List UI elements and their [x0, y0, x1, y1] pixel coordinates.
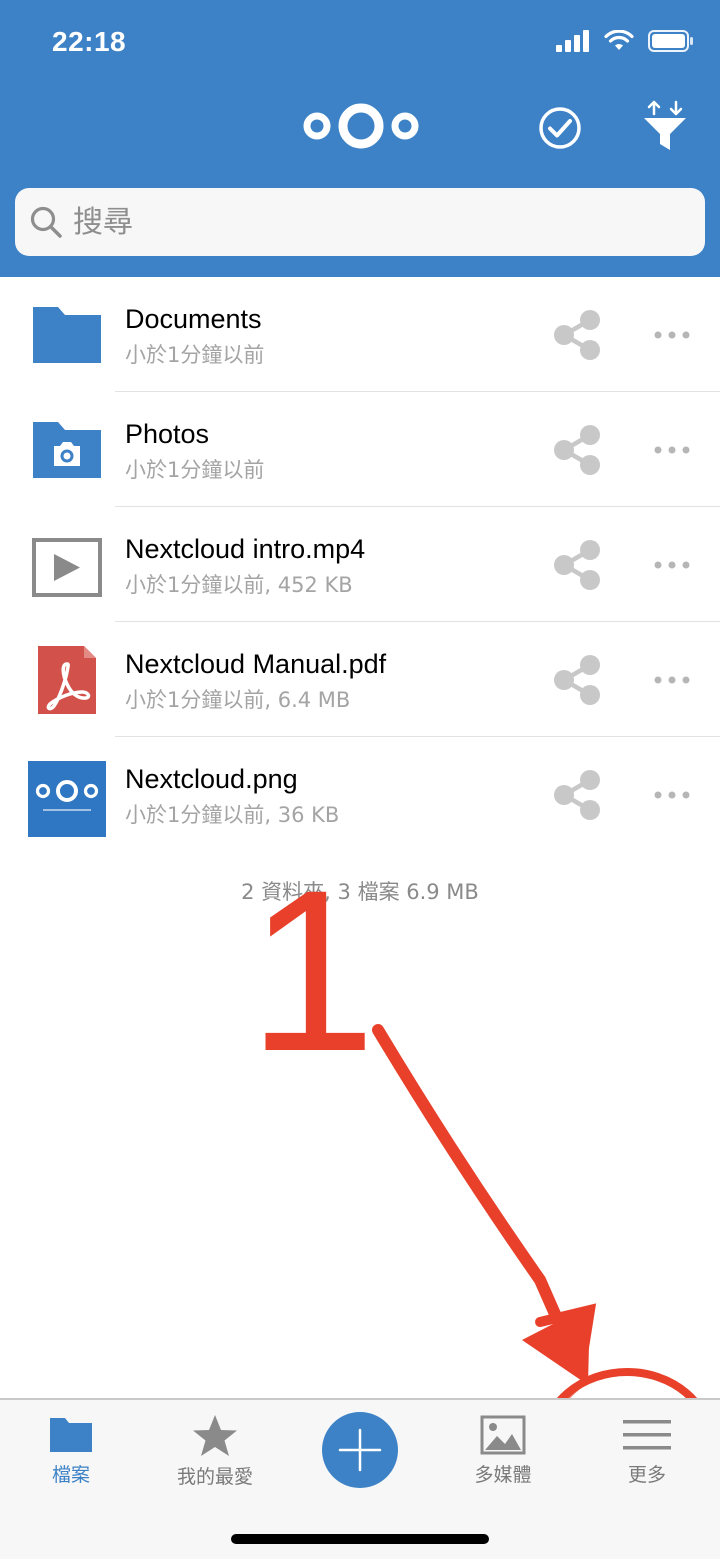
folder-summary: 2 資料夾, 3 檔案 6.9 MB — [241, 880, 479, 904]
share-icon[interactable] — [548, 767, 604, 823]
photo-folder-icon — [33, 422, 101, 478]
file-name: Photos — [125, 419, 210, 449]
status-icons — [556, 30, 694, 52]
image-thumbnail-icon — [28, 761, 106, 837]
header-bar: 22:18 — [0, 0, 720, 277]
file-name: Documents — [125, 304, 262, 334]
tab-label: 更多 — [627, 1464, 666, 1486]
tab-label: 多媒體 — [474, 1464, 532, 1486]
nextcloud-logo-icon — [303, 103, 419, 149]
search-bar[interactable] — [15, 188, 705, 256]
status-time: 22:18 — [52, 26, 127, 57]
menu-icon — [623, 1420, 671, 1450]
add-button[interactable] — [322, 1412, 398, 1488]
home-indicator[interactable] — [231, 1534, 489, 1544]
share-icon[interactable] — [548, 537, 604, 593]
tab-media[interactable]: 多媒體 — [443, 1414, 563, 1504]
more-options-icon[interactable] — [652, 670, 692, 690]
wifi-icon — [604, 30, 634, 50]
file-meta: 小於1分鐘以前, 452 KB — [125, 573, 353, 597]
folder-icon — [50, 1418, 92, 1452]
tab-label: 檔案 — [51, 1464, 90, 1486]
share-icon[interactable] — [548, 422, 604, 478]
sort-filter-icon[interactable] — [640, 100, 690, 154]
file-row-image[interactable]: Nextcloud.png 小於1分鐘以前, 36 KB — [0, 737, 720, 852]
tab-more[interactable]: 更多 — [587, 1414, 707, 1504]
video-file-icon — [32, 538, 102, 597]
tab-favorites[interactable]: 我的最愛 — [155, 1414, 275, 1504]
file-meta: 小於1分鐘以前, 36 KB — [125, 803, 340, 827]
file-meta: 小於1分鐘以前 — [125, 458, 265, 482]
file-meta: 小於1分鐘以前 — [125, 343, 265, 367]
tab-files[interactable]: 檔案 — [11, 1414, 131, 1504]
tab-label: 我的最愛 — [176, 1466, 253, 1488]
cellular-signal-icon — [556, 30, 589, 52]
file-name: Nextcloud Manual.pdf — [125, 649, 387, 679]
folder-icon — [33, 307, 101, 363]
more-options-icon[interactable] — [652, 555, 692, 575]
share-icon[interactable] — [548, 652, 604, 708]
pdf-file-icon — [38, 646, 96, 714]
media-icon — [480, 1415, 526, 1455]
battery-icon — [648, 30, 693, 52]
share-icon[interactable] — [548, 307, 604, 363]
select-checkmark-icon[interactable] — [536, 104, 584, 152]
more-options-icon[interactable] — [652, 325, 692, 345]
annotation-arrow — [372, 1024, 597, 1385]
search-icon — [30, 206, 62, 238]
more-options-icon[interactable] — [652, 785, 692, 805]
file-row-photos[interactable]: Photos 小於1分鐘以前 — [0, 392, 720, 507]
plus-icon — [338, 1428, 382, 1472]
file-list: Documents 小於1分鐘以前 Photos 小於1分鐘以前 Nextclo… — [0, 277, 720, 852]
file-row-pdf[interactable]: Nextcloud Manual.pdf 小於1分鐘以前, 6.4 MB — [0, 622, 720, 737]
more-options-icon[interactable] — [652, 440, 692, 460]
file-row-documents[interactable]: Documents 小於1分鐘以前 — [0, 277, 720, 392]
search-input[interactable] — [73, 204, 673, 240]
file-row-video[interactable]: Nextcloud intro.mp4 小於1分鐘以前, 452 KB — [0, 507, 720, 622]
file-meta: 小於1分鐘以前, 6.4 MB — [125, 688, 351, 712]
file-name: Nextcloud.png — [125, 764, 298, 794]
star-icon — [193, 1415, 237, 1456]
file-name: Nextcloud intro.mp4 — [125, 534, 366, 564]
